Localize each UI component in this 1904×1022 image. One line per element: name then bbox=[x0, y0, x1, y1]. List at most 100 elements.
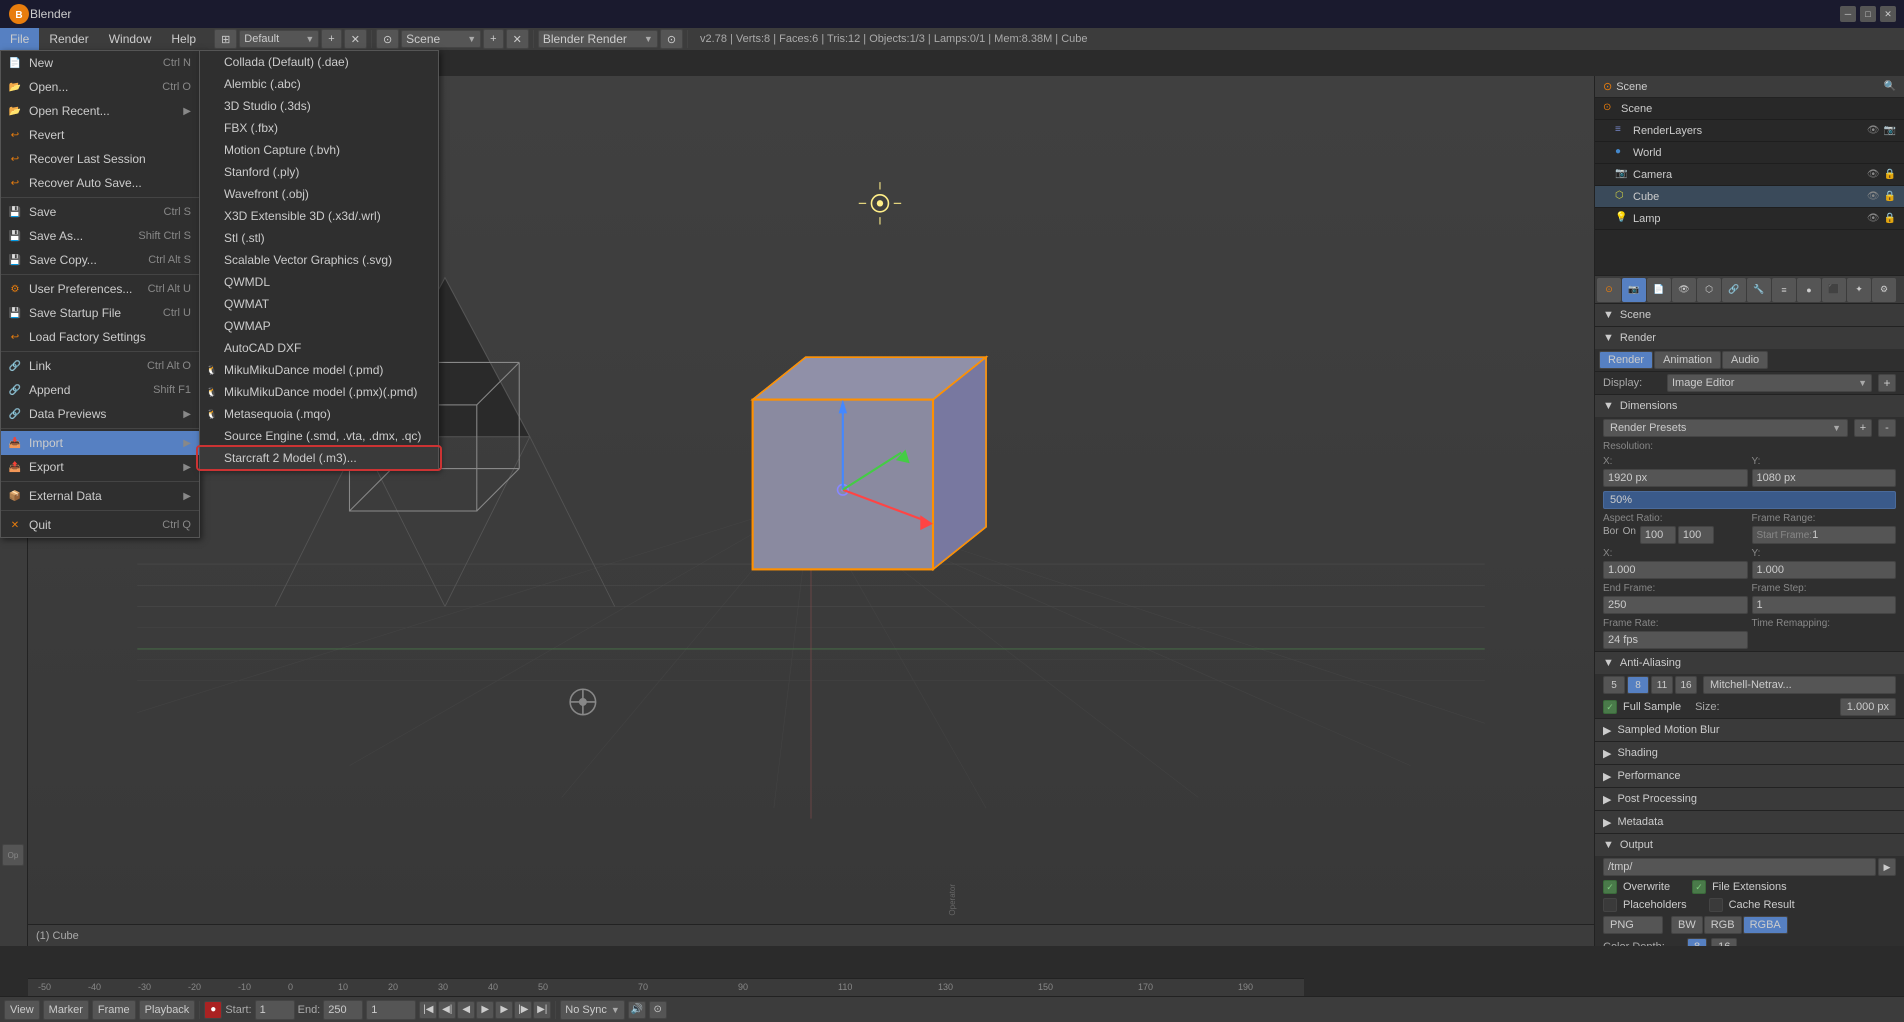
aa-pill-8[interactable]: 8 bbox=[1627, 676, 1649, 694]
tab-view3d[interactable]: 👁 bbox=[1672, 278, 1696, 302]
is-miku1[interactable]: 🐧 MikuMikuDance model (.pmd) bbox=[200, 359, 438, 381]
layout-select[interactable]: Default ▼ bbox=[239, 30, 319, 48]
renderlayers-eye[interactable]: 👁 bbox=[1867, 125, 1880, 136]
tab-particles[interactable]: ✦ bbox=[1847, 278, 1871, 302]
outliner-row-lamp[interactable]: 💡 Lamp 👁 🔒 bbox=[1595, 208, 1904, 230]
fm-append[interactable]: 🔗 Append Shift F1 bbox=[1, 378, 199, 402]
scene-sync-btn[interactable]: ⊙ bbox=[649, 1001, 667, 1019]
aspect-x-val[interactable]: 1.000 bbox=[1603, 561, 1748, 579]
render-presets-select[interactable]: Render Presets ▼ bbox=[1603, 419, 1848, 437]
aa-pill-16[interactable]: 16 bbox=[1675, 676, 1697, 694]
scene-icon-btn[interactable]: ⊙ bbox=[376, 29, 399, 49]
fm-open-recent[interactable]: 📂 Open Recent... ▶ bbox=[1, 99, 199, 123]
play-btn[interactable]: ▶ bbox=[476, 1001, 494, 1019]
tab-physics[interactable]: ⚙ bbox=[1872, 278, 1896, 302]
fm-export[interactable]: 📤 Export ▶ bbox=[1, 455, 199, 479]
motion-blur-header[interactable]: ▶ Sampled Motion Blur bbox=[1595, 719, 1904, 741]
layout-x-btn[interactable]: ✕ bbox=[344, 29, 367, 49]
sync-select[interactable]: No Sync ▼ bbox=[560, 1000, 625, 1020]
fm-link[interactable]: 🔗 Link Ctrl Alt O bbox=[1, 354, 199, 378]
is-source-engine[interactable]: Source Engine (.smd, .vta, .dmx, .qc) bbox=[200, 425, 438, 447]
fm-recover-auto[interactable]: ↩ Recover Auto Save... bbox=[1, 171, 199, 195]
fm-import[interactable]: 📥 Import ▶ bbox=[1, 431, 199, 455]
renderlayers-cam[interactable]: 📷 bbox=[1884, 125, 1896, 136]
outliner-row-cube[interactable]: ⬡ Cube 👁 🔒 bbox=[1595, 186, 1904, 208]
skip-end-btn[interactable]: ▶| bbox=[533, 1001, 551, 1019]
end-frame-input[interactable]: 250 bbox=[323, 1000, 363, 1020]
prev-frame-btn[interactable]: ◀ bbox=[457, 1001, 475, 1019]
fm-external-data[interactable]: 📦 External Data ▶ bbox=[1, 484, 199, 508]
full-sample-checkbox[interactable]: ✓ bbox=[1603, 700, 1617, 714]
is-mocap[interactable]: Motion Capture (.bvh) bbox=[200, 139, 438, 161]
output-path-btn[interactable]: ▶ bbox=[1878, 858, 1896, 876]
tab-scene[interactable]: ⊙ bbox=[1597, 278, 1621, 302]
fm-save-as[interactable]: 💾 Save As... Shift Ctrl S bbox=[1, 224, 199, 248]
outliner-row-renderlayers[interactable]: ≡ RenderLayers 👁 📷 bbox=[1595, 120, 1904, 142]
record-btn[interactable]: ● bbox=[204, 1001, 222, 1019]
fmt-rgba[interactable]: RGBA bbox=[1743, 916, 1788, 934]
tab-output[interactable]: 📄 bbox=[1647, 278, 1671, 302]
camera-eye[interactable]: 👁 bbox=[1867, 169, 1880, 180]
next-frame-btn[interactable]: ▶ bbox=[495, 1001, 513, 1019]
next-keyframe-btn[interactable]: |▶ bbox=[514, 1001, 532, 1019]
border-x2[interactable]: 100 bbox=[1678, 526, 1714, 544]
display-expand-btn[interactable]: + bbox=[1878, 374, 1896, 392]
camera-restrict[interactable]: 🔒 bbox=[1884, 169, 1896, 180]
render-presets-remove[interactable]: - bbox=[1878, 419, 1896, 437]
output-path-field[interactable]: /tmp/ bbox=[1603, 858, 1876, 876]
menu-window[interactable]: Window bbox=[99, 28, 162, 50]
fps-val[interactable]: 24 fps bbox=[1603, 631, 1748, 649]
maximize-button[interactable]: □ bbox=[1860, 6, 1876, 22]
prev-keyframe-btn[interactable]: ◀| bbox=[438, 1001, 456, 1019]
fm-save-copy[interactable]: 💾 Save Copy... Ctrl Alt S bbox=[1, 248, 199, 272]
scene-add-btn[interactable]: + bbox=[483, 29, 503, 49]
is-wavefront[interactable]: Wavefront (.obj) bbox=[200, 183, 438, 205]
is-autocad[interactable]: AutoCAD DXF bbox=[200, 337, 438, 359]
aa-pill-5[interactable]: 5 bbox=[1603, 676, 1625, 694]
output-header[interactable]: ▼ Output bbox=[1595, 834, 1904, 856]
layout-add-btn[interactable]: + bbox=[321, 29, 341, 49]
fm-new[interactable]: 📄 New Ctrl N bbox=[1, 51, 199, 75]
format-select[interactable]: PNG bbox=[1603, 916, 1663, 934]
menu-help[interactable]: Help bbox=[161, 28, 206, 50]
aspect-y-val[interactable]: 1.000 bbox=[1752, 561, 1897, 579]
menu-file[interactable]: File bbox=[0, 28, 39, 50]
fmt-rgb[interactable]: RGB bbox=[1704, 916, 1742, 934]
tab-material[interactable]: ● bbox=[1797, 278, 1821, 302]
operator-toggle[interactable]: Op bbox=[2, 844, 24, 866]
aa-header[interactable]: ▼ Anti-Aliasing bbox=[1595, 652, 1904, 674]
display-select[interactable]: Image Editor ▼ bbox=[1667, 374, 1872, 392]
end-frame-val[interactable]: 250 bbox=[1603, 596, 1748, 614]
res-x-val[interactable]: 1920 px bbox=[1603, 469, 1748, 487]
is-miku2[interactable]: 🐧 MikuMikuDance model (.pmx)(.pmd) bbox=[200, 381, 438, 403]
outliner-search[interactable]: 🔍 bbox=[1884, 81, 1896, 92]
skip-start-btn[interactable]: |◀ bbox=[419, 1001, 437, 1019]
fm-data-previews[interactable]: 🔗 Data Previews ▶ bbox=[1, 402, 199, 426]
is-3ds[interactable]: 3D Studio (.3ds) bbox=[200, 95, 438, 117]
cube-restrict[interactable]: 🔒 bbox=[1884, 191, 1896, 202]
cube-eye[interactable]: 👁 bbox=[1867, 191, 1880, 202]
fm-recover-last[interactable]: ↩ Recover Last Session bbox=[1, 147, 199, 171]
tab-modifier[interactable]: 🔧 bbox=[1747, 278, 1771, 302]
bt-frame[interactable]: Frame bbox=[92, 1000, 136, 1020]
tab-data[interactable]: ≡ bbox=[1772, 278, 1796, 302]
frame-step-val[interactable]: 1 bbox=[1752, 596, 1897, 614]
workspace-icon-btn[interactable]: ⊞ bbox=[214, 29, 237, 49]
start-frame-input[interactable]: 1 bbox=[255, 1000, 295, 1020]
outliner-row-world[interactable]: ● World bbox=[1595, 142, 1904, 164]
render-tab-animation[interactable]: Animation bbox=[1654, 351, 1721, 369]
tab-texture[interactable]: ⬛ bbox=[1822, 278, 1846, 302]
is-stanford[interactable]: Stanford (.ply) bbox=[200, 161, 438, 183]
performance-header[interactable]: ▶ Performance bbox=[1595, 765, 1904, 787]
fm-open[interactable]: 📂 Open... Ctrl O bbox=[1, 75, 199, 99]
bt-view[interactable]: View bbox=[4, 1000, 40, 1020]
res-percent-field[interactable]: 50% bbox=[1603, 491, 1896, 509]
is-qwmdl[interactable]: QWMDL bbox=[200, 271, 438, 293]
tab-object[interactable]: ⬡ bbox=[1697, 278, 1721, 302]
bt-marker[interactable]: Marker bbox=[43, 1000, 89, 1020]
render-presets-add[interactable]: + bbox=[1854, 419, 1872, 437]
size-val[interactable]: 1.000 px bbox=[1840, 698, 1896, 716]
is-collada[interactable]: Collada (Default) (.dae) bbox=[200, 51, 438, 73]
scene-section-header[interactable]: ▼ Scene bbox=[1595, 304, 1904, 326]
tab-render[interactable]: 📷 bbox=[1622, 278, 1646, 302]
